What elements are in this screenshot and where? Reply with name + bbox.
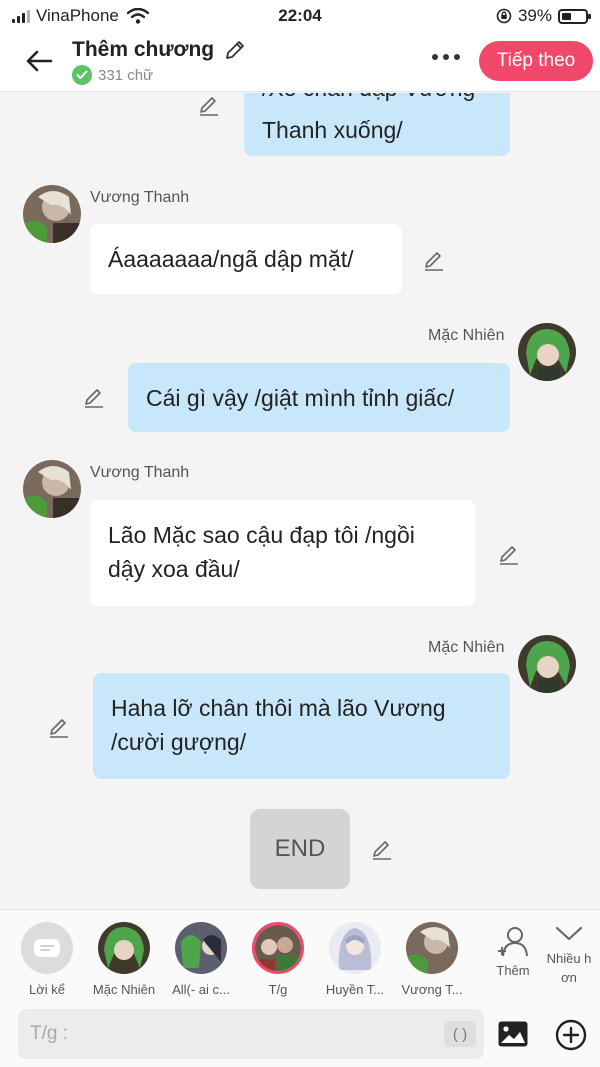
character-author[interactable]: T/g [240,922,316,997]
add-label: Thêm [496,963,530,978]
message-bubble[interactable]: /Xô chân đạp Vương Thanh xuống/ [244,93,510,156]
message-bubble[interactable]: Cái gì vậy /giật mình tỉnh giấc/ [128,363,510,432]
back-arrow-icon [26,50,53,72]
image-icon[interactable] [497,1020,529,1048]
character-bar: Lời kể Mặc Nhiên All(- ai c... T/g Huyền… [0,909,600,999]
battery-level [562,12,571,20]
avatar [329,922,381,974]
avatar-vuong-thanh[interactable] [23,185,81,243]
character-huyen[interactable]: Huyền T... [317,922,393,997]
edit-title-icon[interactable] [224,39,246,61]
character-label: Huyền T... [325,982,385,997]
message-input[interactable]: T/g : ( ) [18,1009,484,1059]
carrier-name: VinaPhone [36,6,119,25]
battery-icon [558,8,591,24]
message-text-partial: /Xô chân đạp Vương [262,93,492,105]
end-marker[interactable]: END [250,809,350,889]
message-bubble[interactable]: Haha lỡ chân thôi mà lão Vương /cười gượ… [93,673,510,779]
add-icon[interactable] [555,1019,587,1051]
character-label: All(- ai c... [172,982,230,997]
more-options-button[interactable] [432,54,460,60]
chevron-down-icon [555,926,583,941]
page-title: Thêm chương [72,38,215,61]
speaker-name: Mặc Nhiên [428,327,505,344]
input-bar: T/g : ( ) [0,999,600,1067]
more-label-line1: Nhiều h [546,951,592,966]
more-label-line2: ơn [561,970,577,985]
word-count: 331 chữ [98,66,154,84]
message-text: Haha lỡ chân thôi mà lão Vương /cười gượ… [111,695,446,755]
speaker-name: Vương Thanh [90,189,190,206]
avatar [406,922,458,974]
edit-message-icon[interactable] [497,542,521,566]
avatar-mac-nhien[interactable] [518,635,576,693]
more-characters-button[interactable]: Nhiều h ơn [538,924,600,987]
message-text: Áaaaaaaa/ngã dập mặt/ [108,246,354,272]
character-mac-nhien[interactable]: Mặc Nhiên [86,922,162,997]
input-placeholder: T/g : [30,1023,69,1044]
back-button[interactable] [22,46,56,76]
message-bubble[interactable]: Áaaaaaaa/ngã dập mặt/ [90,224,402,294]
avatar [175,922,227,974]
edit-message-icon[interactable] [197,93,221,117]
wifi-icon [126,8,149,24]
action-paren-button[interactable]: ( ) [444,1021,476,1047]
character-all[interactable]: All(- ai c... [163,922,239,997]
next-button[interactable]: Tiếp theo [479,41,593,81]
character-label: Vương T... [401,982,463,997]
character-vuong-thanh[interactable]: Vương T... [394,922,470,997]
character-label: T/g [268,982,288,997]
rotation-lock-icon [496,8,512,24]
chat-area: /Xô chân đạp Vương Thanh xuống/ Vương Th… [0,93,600,909]
character-narrator[interactable]: Lời kể [9,922,85,997]
message-text: Lão Mặc sao cậu đạp tôi /ngồi dậy xoa đầ… [108,522,415,582]
check-icon [72,65,92,85]
character-label: Mặc Nhiên [92,982,156,997]
status-bar: VinaPhone 22:04 39% [0,0,600,32]
character-label: Lời kể [29,982,65,997]
avatar [98,922,150,974]
avatar-selected [252,922,304,974]
signal-icon [12,9,30,23]
edit-message-icon[interactable] [422,248,446,272]
edit-message-icon[interactable] [82,385,106,409]
message-bubble[interactable]: Lão Mặc sao cậu đạp tôi /ngồi dậy xoa đầ… [90,500,475,606]
add-person-icon [498,927,528,957]
message-text: Cái gì vậy /giật mình tỉnh giấc/ [146,384,455,411]
avatar-mac-nhien[interactable] [518,323,576,381]
speaker-name: Mặc Nhiên [428,639,505,656]
edit-message-icon[interactable] [370,837,394,861]
speaker-name: Vương Thanh [90,464,190,481]
avatar-vuong-thanh[interactable] [23,460,81,518]
message-text: Thanh xuống/ [262,117,403,143]
battery-percent: 39% [517,6,552,25]
narrator-icon [21,922,73,974]
header: Thêm chương 331 chữ Tiếp theo [0,32,600,92]
edit-message-icon[interactable] [47,715,71,739]
add-character-button[interactable]: Thêm [488,924,538,978]
